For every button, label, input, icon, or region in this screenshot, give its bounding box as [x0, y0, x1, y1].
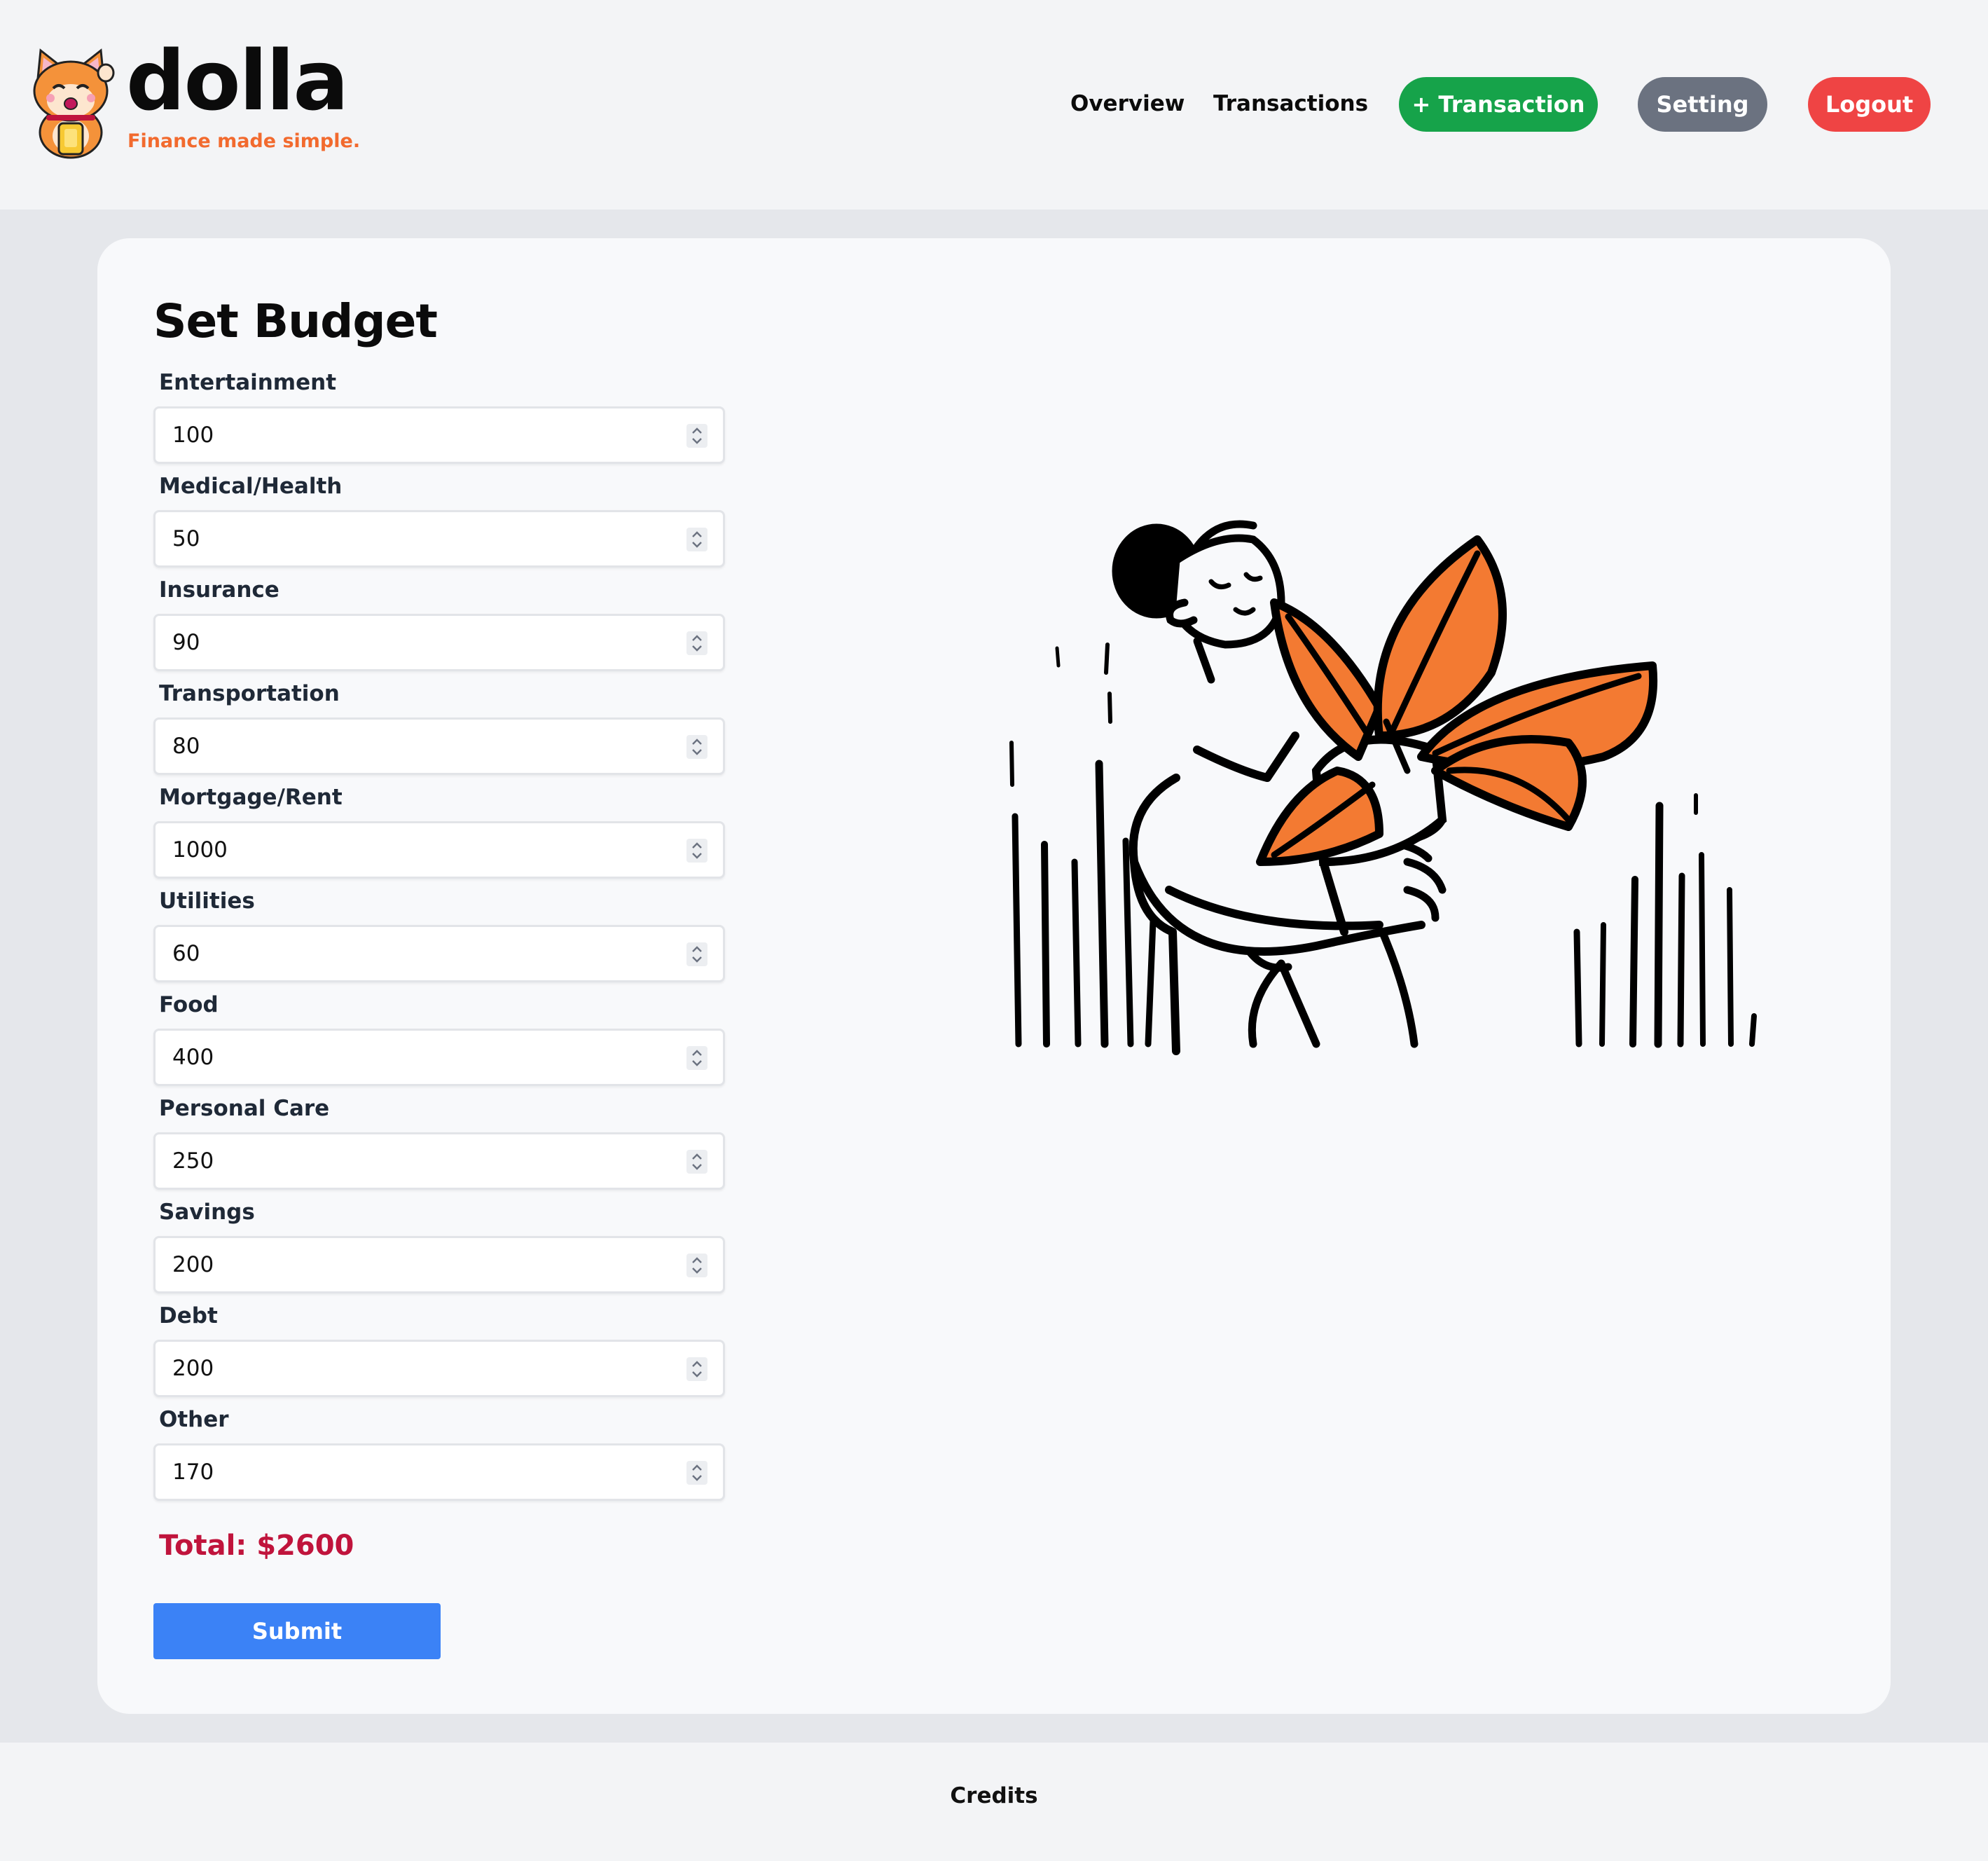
number-stepper-icon[interactable]: [686, 1461, 707, 1485]
budget-input[interactable]: 200: [153, 1236, 725, 1293]
number-stepper-icon[interactable]: [686, 1150, 707, 1174]
submit-button[interactable]: Submit: [153, 1603, 441, 1659]
number-stepper-icon[interactable]: [686, 1357, 707, 1381]
logout-button[interactable]: Logout: [1808, 77, 1931, 132]
setting-button[interactable]: Setting: [1638, 77, 1767, 132]
page-title: Set Budget: [153, 294, 438, 348]
budget-input-value: 1000: [172, 837, 228, 863]
budget-input[interactable]: 250: [153, 1132, 725, 1190]
field-label: Insurance: [159, 577, 279, 603]
budget-input-value: 400: [172, 1045, 214, 1070]
brand-logo[interactable]: dolla Finance made simple.: [25, 39, 360, 164]
field-label: Entertainment: [159, 370, 337, 395]
field-label: Savings: [159, 1200, 255, 1225]
budget-input-value: 80: [172, 734, 200, 759]
site-footer: Credits: [0, 1743, 1988, 1861]
budget-input[interactable]: 90: [153, 614, 725, 671]
budget-input[interactable]: 50: [153, 510, 725, 568]
number-stepper-icon[interactable]: [686, 1254, 707, 1277]
number-stepper-icon[interactable]: [686, 631, 707, 655]
budget-input-value: 50: [172, 526, 200, 551]
nav-transactions[interactable]: Transactions: [1213, 76, 1368, 132]
budget-input-value: 250: [172, 1148, 214, 1174]
budget-input[interactable]: 100: [153, 406, 725, 464]
cat-mascot-icon: [33, 48, 115, 159]
field-label: Food: [159, 992, 219, 1017]
add-transaction-button[interactable]: + Transaction: [1399, 77, 1598, 132]
budget-input-value: 60: [172, 941, 200, 966]
budget-input[interactable]: 170: [153, 1443, 725, 1501]
budget-input[interactable]: 400: [153, 1029, 725, 1086]
nav-overview[interactable]: Overview: [1070, 76, 1185, 132]
budget-card: Set Budget Entertainment 100 Medical/Healt…: [97, 238, 1891, 1714]
number-stepper-icon[interactable]: [686, 528, 707, 551]
credits-link[interactable]: Credits: [0, 1783, 1988, 1808]
brand-tagline: Finance made simple.: [127, 130, 361, 152]
field-label: Mortgage/Rent: [159, 785, 343, 810]
budget-input-value: 100: [172, 423, 214, 448]
brand-name: dolla: [126, 32, 349, 129]
plant-hug-illustration: [1009, 520, 1757, 1055]
number-stepper-icon[interactable]: [686, 839, 707, 863]
field-label: Debt: [159, 1303, 218, 1328]
field-label: Medical/Health: [159, 474, 343, 499]
field-label: Transportation: [159, 681, 340, 706]
field-label: Other: [159, 1407, 229, 1432]
field-label: Personal Care: [159, 1096, 330, 1121]
number-stepper-icon[interactable]: [686, 942, 707, 966]
budget-input-value: 170: [172, 1460, 214, 1485]
budget-input[interactable]: 80: [153, 717, 725, 775]
budget-total: Total: $2600: [159, 1530, 354, 1562]
field-label: Utilities: [159, 888, 255, 914]
budget-input-value: 90: [172, 630, 200, 655]
budget-input-value: 200: [172, 1252, 214, 1277]
site-header: dolla Finance made simple. Overview Tran…: [0, 0, 1988, 210]
budget-input[interactable]: 200: [153, 1340, 725, 1397]
number-stepper-icon[interactable]: [686, 1046, 707, 1070]
budget-input[interactable]: 1000: [153, 821, 725, 879]
number-stepper-icon[interactable]: [686, 735, 707, 759]
budget-input[interactable]: 60: [153, 925, 725, 982]
budget-input-value: 200: [172, 1356, 214, 1381]
number-stepper-icon[interactable]: [686, 424, 707, 448]
